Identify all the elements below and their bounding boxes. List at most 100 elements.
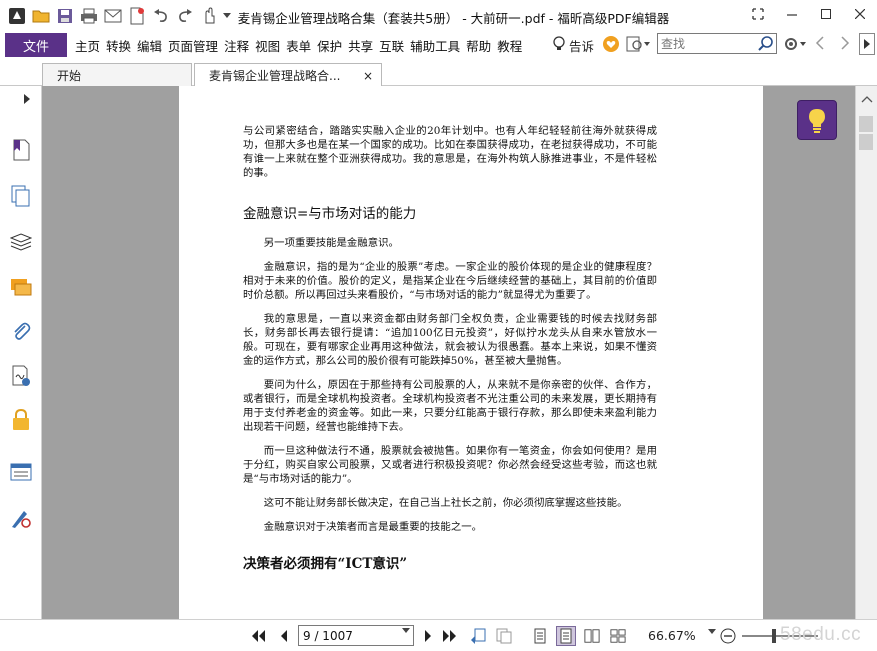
section-heading: 决策者必须拥有“ICT意识” <box>243 556 408 572</box>
nav-back-icon[interactable] <box>815 36 825 50</box>
ribbon-expand-icon[interactable] <box>859 33 875 55</box>
menu-share[interactable]: 共享 <box>345 36 376 55</box>
tell-me[interactable]: 告诉 <box>552 36 594 55</box>
lightbulb-icon <box>809 109 825 133</box>
search-box <box>657 33 777 54</box>
undo-icon[interactable] <box>150 5 172 27</box>
paragraph: 金融意识对于决策者而言是最重要的技能之一。 <box>263 521 482 533</box>
continuous-view-icon[interactable] <box>556 626 576 646</box>
menu-view[interactable]: 视图 <box>252 36 283 55</box>
paragraph: 与公司紧密结合，踏踏实实融入企业的20年计划中。也有人年纪轻轻前往海外就获得成功… <box>243 125 657 179</box>
hand-tool-icon[interactable] <box>198 5 220 27</box>
first-page-icon[interactable] <box>250 628 266 644</box>
last-page-icon[interactable] <box>442 628 458 644</box>
heart-icon[interactable] <box>603 36 619 52</box>
quick-access-toolbar <box>0 0 232 32</box>
zoom-slider-thumb[interactable] <box>772 629 776 643</box>
search-input[interactable] <box>661 35 756 52</box>
pdf-page: 与公司紧密结合，踏踏实实融入企业的20年计划中。也有人年纪轻轻前往海外就获得成功… <box>179 86 763 619</box>
page-content: 与公司紧密结合，踏踏实实融入企业的20年计划中。也有人年纪轻轻前往海外就获得成功… <box>243 124 657 572</box>
page-number-field <box>298 625 414 646</box>
menu-form[interactable]: 表单 <box>283 36 314 55</box>
app-logo-icon <box>6 5 28 27</box>
scroll-thumb[interactable] <box>859 116 873 132</box>
pages-thumbnail-icon[interactable] <box>9 184 33 208</box>
menu-help[interactable]: 帮助 <box>463 36 494 55</box>
signature-icon[interactable] <box>9 364 33 388</box>
continuous-facing-view-icon[interactable] <box>610 628 626 644</box>
navigation-sidebar <box>0 86 42 619</box>
menu-protect[interactable]: 保护 <box>314 36 345 55</box>
window-controls <box>741 0 877 28</box>
redo-icon[interactable] <box>174 5 196 27</box>
form-fields-icon[interactable] <box>9 460 33 484</box>
lightbulb-icon <box>552 36 566 55</box>
sign-document-icon[interactable] <box>9 506 33 530</box>
open-folder-icon[interactable] <box>30 5 52 27</box>
document-tabs: 开始 麦肯锡企业管理战略合... × <box>0 58 877 87</box>
document-viewport[interactable]: 与公司紧密结合，踏踏实实融入企业的20年计划中。也有人年纪轻轻前往海外就获得成功… <box>40 86 855 619</box>
section-heading: 金融意识=与市场对话的能力 <box>243 206 417 222</box>
bookmark-icon[interactable] <box>9 138 33 162</box>
zoom-level[interactable]: 66.67% <box>648 628 696 643</box>
attachments-icon[interactable] <box>9 320 33 344</box>
zoom-dropdown-icon[interactable] <box>708 628 716 638</box>
nav-forward-icon[interactable] <box>840 36 850 50</box>
zoom-out-icon[interactable] <box>720 628 736 644</box>
scroll-up-icon[interactable] <box>861 92 873 106</box>
minimize-button[interactable] <box>775 0 809 28</box>
file-menu-button[interactable]: 文件 <box>5 33 67 57</box>
security-lock-icon[interactable] <box>9 408 33 432</box>
menu-accessibility[interactable]: 辅助工具 <box>407 36 463 55</box>
vertical-scrollbar[interactable] <box>855 86 877 619</box>
menu-organize[interactable]: 页面管理 <box>165 36 221 55</box>
expand-panel-icon[interactable] <box>20 92 34 106</box>
paragraph: 我的意思是，一直以来资金都由财务部门全权负责，企业需要钱的时候去找财务部长，财务… <box>243 313 657 367</box>
paragraph: 要问为什么，原因在于那些持有公司股票的人，从来就不是你亲密的伙伴、合作方，或者银… <box>243 379 657 433</box>
customize-dropdown-icon[interactable] <box>222 5 232 27</box>
tab-document[interactable]: 麦肯锡企业管理战略合... × <box>194 63 382 87</box>
menu-convert[interactable]: 转换 <box>103 36 134 55</box>
layers-icon[interactable] <box>9 230 33 254</box>
settings-gear-icon[interactable] <box>783 36 807 52</box>
close-button[interactable] <box>843 0 877 28</box>
menu-edit[interactable]: 编辑 <box>134 36 165 55</box>
single-page-view-icon[interactable] <box>532 628 548 644</box>
tab-document-label: 麦肯锡企业管理战略合... <box>209 69 341 83</box>
menu-connect[interactable]: 互联 <box>376 36 407 55</box>
scroll-thumb-lower[interactable] <box>859 134 873 150</box>
fullscreen-icon[interactable] <box>741 0 775 28</box>
status-bar: 66.67% 58edu.cc <box>0 619 877 651</box>
menu-tutorial[interactable]: 教程 <box>494 36 525 55</box>
title-bar: 麦肯锡企业管理战略合集（套装共5册） - 大前研一.pdf - 福昕高级PDF编… <box>0 0 877 32</box>
watermark-text: 58edu.cc <box>780 624 862 645</box>
tell-me-label: 告诉 <box>569 39 595 54</box>
search-icon[interactable] <box>757 35 774 52</box>
next-page-icon[interactable] <box>420 628 436 644</box>
comments-icon[interactable] <box>9 276 33 300</box>
facing-view-icon[interactable] <box>584 628 600 644</box>
page-dropdown-icon[interactable] <box>402 627 410 637</box>
menu-comment[interactable]: 注释 <box>221 36 252 55</box>
email-icon[interactable] <box>102 5 124 27</box>
previous-view-icon[interactable] <box>470 628 486 644</box>
tab-start[interactable]: 开始 <box>42 63 192 87</box>
menu-home[interactable]: 主页 <box>72 36 103 55</box>
page-number-input[interactable] <box>303 628 393 644</box>
menu-items: 主页 转换 编辑 页面管理 注释 视图 表单 保护 共享 互联 辅助工具 帮助 … <box>72 32 525 58</box>
tips-lightbulb-button[interactable] <box>797 100 837 140</box>
sidebar-splitter[interactable] <box>40 86 44 619</box>
paragraph: 而一旦这种做法行不通，股票就会被抛售。如果你有一笔资金，你会如何使用？是用于分红… <box>243 445 657 485</box>
close-tab-icon[interactable]: × <box>363 69 373 83</box>
search-options-icon[interactable] <box>626 36 650 52</box>
tab-start-label: 开始 <box>57 69 82 83</box>
paragraph: 金融意识，指的是为“企业的股票”考虑。一家企业的股价体现的是企业的健康程度？相对… <box>243 261 657 301</box>
previous-page-icon[interactable] <box>276 628 292 644</box>
maximize-button[interactable] <box>809 0 843 28</box>
print-icon[interactable] <box>78 5 100 27</box>
new-document-icon[interactable] <box>126 5 148 27</box>
save-icon[interactable] <box>54 5 76 27</box>
paragraph: 这可不能让财务部长做决定，在自己当上社长之前，你必须彻底掌握这些技能。 <box>263 497 628 509</box>
next-view-icon[interactable] <box>496 628 512 644</box>
paragraph: 另一项重要技能是金融意识。 <box>263 237 399 249</box>
